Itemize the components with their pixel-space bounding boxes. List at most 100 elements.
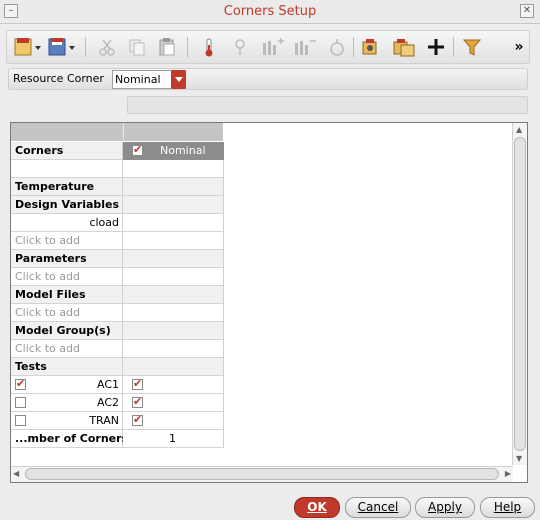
test-enable-checkbox[interactable] — [15, 397, 26, 408]
corner-value-cell[interactable] — [123, 376, 224, 394]
grid-row: ...mber of Corners 1 — [11, 430, 224, 448]
corners-grid: Corners Nominal Temperature Design Variable… — [10, 122, 528, 483]
test-enable-checkbox[interactable] — [15, 415, 26, 426]
toolbar-overflow-button[interactable]: » — [511, 36, 527, 58]
horizontal-scrollbar[interactable]: ◀ ▶ — [11, 466, 513, 482]
section-label: Parameters — [15, 252, 87, 265]
row-label-cell[interactable]: cload — [11, 214, 123, 232]
toolbar: » — [6, 30, 530, 64]
cancel-button[interactable]: Cancel — [345, 497, 411, 518]
test-name: AC1 — [96, 378, 119, 391]
test-enable-checkbox[interactable] — [15, 377, 26, 390]
row-label-cell[interactable]: Click to add — [11, 304, 123, 322]
row-label-cell[interactable]: Click to add — [11, 340, 123, 358]
grid-row: Tests — [11, 358, 224, 376]
test-name: TRAN — [89, 414, 119, 427]
ok-button[interactable]: OK — [294, 497, 340, 518]
corner-value-cell[interactable]: 1 — [123, 430, 224, 448]
help-button[interactable]: Help — [480, 497, 535, 518]
resource-corner-select[interactable]: Nominal — [112, 70, 186, 89]
section-label: Design Variables — [15, 198, 120, 211]
corner-value-cell[interactable] — [123, 214, 224, 232]
corner-value-cell[interactable] — [123, 286, 224, 304]
add-parameter-icon[interactable] — [229, 36, 253, 58]
corner-value-cell[interactable] — [123, 178, 224, 196]
filter-bar[interactable] — [127, 96, 528, 114]
row-label-cell: Temperature — [11, 178, 123, 196]
vertical-scrollbar[interactable]: ▲ ▼ — [512, 123, 527, 465]
grid-row: Click to add — [11, 268, 224, 286]
grid-row: TRAN — [11, 412, 224, 430]
number-of-corners-value: 1 — [169, 432, 176, 445]
corner-value-cell[interactable] — [123, 394, 224, 412]
row-label-cell: ...mber of Corners — [11, 430, 128, 448]
resource-corner-label: Resource Corner — [13, 72, 104, 85]
test-corner-checkbox[interactable] — [132, 395, 143, 408]
chevron-down-icon[interactable] — [171, 70, 186, 89]
row-label-cell: TRAN — [11, 412, 123, 430]
row-label-cell[interactable]: Click to add — [11, 268, 123, 286]
apply-button[interactable]: Apply — [415, 497, 475, 518]
grid-row: Corners Nominal — [11, 142, 224, 160]
grid-row: Model Group(s) — [11, 322, 224, 340]
csv-import-icon[interactable] — [13, 36, 43, 58]
grid-row: Click to add — [11, 232, 224, 250]
row-label-cell: AC2 — [11, 394, 123, 412]
row-label-cell: Design Variables — [11, 196, 123, 214]
row-label-cell: Model Files — [11, 286, 123, 304]
click-to-add-placeholder: Click to add — [15, 270, 80, 283]
group-add-icon[interactable] — [391, 36, 417, 58]
paste-icon[interactable] — [155, 36, 179, 58]
window-title: Corners Setup — [223, 4, 317, 19]
nominal-corner-cell[interactable]: Nominal — [123, 142, 224, 160]
corner-value-cell[interactable] — [123, 412, 224, 430]
plus-icon[interactable] — [423, 36, 449, 58]
number-of-corners-label: ...mber of Corners — [15, 432, 129, 445]
row-label-cell: Corners — [11, 142, 123, 160]
grid-row — [11, 160, 224, 178]
test-name: AC2 — [96, 396, 119, 409]
nominal-corner-checkbox[interactable] — [132, 143, 143, 156]
filter-icon[interactable] — [459, 36, 485, 58]
remove-model-icon[interactable] — [291, 36, 319, 58]
section-label: Model Group(s) — [15, 324, 111, 337]
corners-label: Corners — [15, 144, 64, 157]
horizontal-scroll-thumb[interactable] — [25, 468, 499, 480]
cut-icon[interactable] — [95, 36, 119, 58]
section-label: Tests — [15, 360, 47, 373]
row-label-cell — [11, 160, 123, 178]
row-label-cell: Model Group(s) — [11, 322, 123, 340]
grid-row: Model Files — [11, 286, 224, 304]
sweep-icon[interactable] — [325, 36, 349, 58]
close-icon[interactable]: ✕ — [520, 4, 534, 18]
vertical-scroll-thumb[interactable] — [514, 137, 526, 451]
copy-icon[interactable] — [125, 36, 149, 58]
group-icon[interactable] — [359, 36, 383, 58]
row-label-cell[interactable]: Click to add — [11, 232, 123, 250]
row-header-column — [11, 123, 123, 141]
grid-row: Click to add — [11, 304, 224, 322]
title-bar: – Corners Setup ✕ — [0, 0, 540, 24]
corner-value-cell[interactable] — [123, 196, 224, 214]
corner-column-header[interactable] — [123, 123, 223, 141]
grid-row: Temperature — [11, 178, 224, 196]
corner-value-cell[interactable] — [123, 358, 224, 376]
design-variable-name: cload — [89, 216, 119, 229]
click-to-add-placeholder: Click to add — [15, 234, 80, 247]
add-model-icon[interactable] — [259, 36, 287, 58]
test-corner-checkbox[interactable] — [132, 377, 143, 390]
corner-value-cell[interactable] — [123, 250, 224, 268]
corner-value-cell[interactable] — [123, 232, 224, 250]
section-label: Model Files — [15, 288, 86, 301]
grid-row: AC2 — [11, 394, 224, 412]
test-corner-checkbox[interactable] — [132, 413, 143, 426]
thermometer-icon[interactable] — [197, 36, 221, 58]
csv-save-icon[interactable] — [47, 36, 77, 58]
grid-row: Design Variables — [11, 196, 224, 214]
corner-value-cell[interactable] — [123, 340, 224, 358]
corner-value-cell[interactable] — [123, 304, 224, 322]
corner-value-cell[interactable] — [123, 322, 224, 340]
section-label: Temperature — [15, 180, 95, 193]
corner-value-cell[interactable] — [123, 160, 224, 178]
corner-value-cell[interactable] — [123, 268, 224, 286]
